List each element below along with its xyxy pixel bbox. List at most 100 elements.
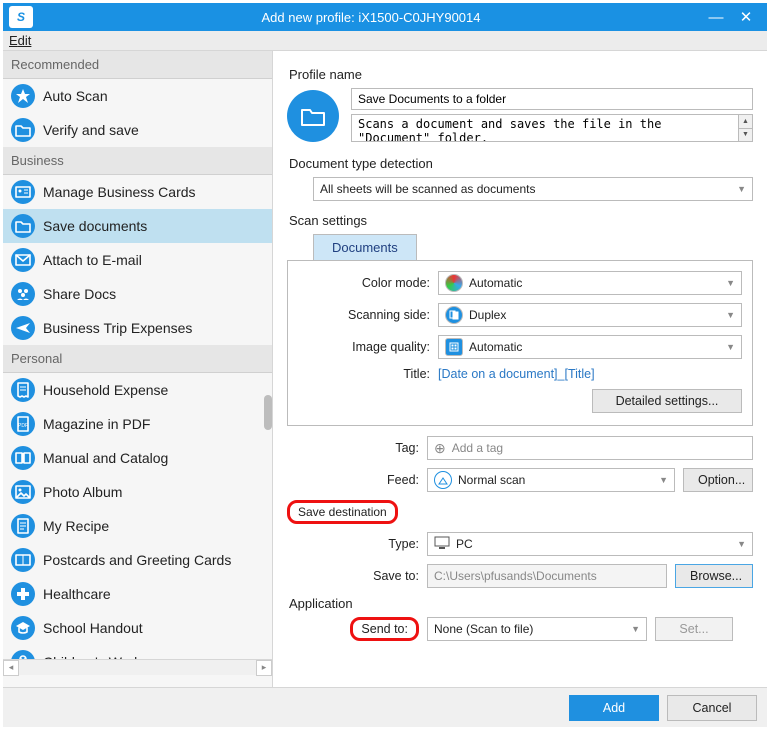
close-button[interactable]: ✕ [731, 8, 761, 26]
spinner-down[interactable]: ▼ [739, 129, 752, 142]
sidebar-item[interactable]: Verify and save [3, 113, 272, 147]
feed-label: Feed: [287, 473, 419, 487]
spinner-up[interactable]: ▲ [739, 115, 752, 129]
plane-icon [11, 316, 35, 340]
sidebar-item[interactable]: Save documents [3, 209, 272, 243]
feed-select[interactable]: Normal scan ▼ [427, 468, 675, 492]
cancel-button[interactable]: Cancel [667, 695, 757, 721]
chevron-down-icon: ▼ [726, 278, 735, 288]
menu-edit-key[interactable]: E [9, 33, 18, 48]
profile-form: Profile name Scans a document and saves … [273, 51, 767, 687]
app-logo-icon: S [9, 6, 33, 28]
sidebar-item[interactable]: Household Expense [3, 373, 272, 407]
sidebar-item-label: Auto Scan [43, 88, 108, 104]
sidebar-group-header: Personal [3, 345, 272, 373]
sidebar-item-label: Healthcare [43, 586, 111, 602]
scroll-left-arrow[interactable]: ◂ [3, 660, 19, 676]
profile-name-input[interactable] [351, 88, 753, 110]
chevron-down-icon: ▼ [726, 310, 735, 320]
save-to-path-value: C:\Users\pfusands\Documents [434, 569, 597, 583]
sidebar-item[interactable]: Children's Works [3, 645, 272, 659]
detailed-settings-button[interactable]: Detailed settings... [592, 389, 742, 413]
scanning-side-value: Duplex [469, 308, 506, 322]
sidebar-item[interactable]: Attach to E-mail [3, 243, 272, 277]
scrollbar-thumb[interactable] [264, 395, 272, 430]
doc-type-detection-value: All sheets will be scanned as documents [320, 182, 535, 196]
send-to-value: None (Scan to file) [434, 622, 533, 636]
application-label: Application [289, 596, 753, 611]
save-to-label: Save to: [287, 569, 419, 583]
profile-description-input[interactable]: Scans a document and saves the file in t… [351, 114, 739, 142]
sidebar-item-label: Business Trip Expenses [43, 320, 192, 336]
sidebar-item-label: Share Docs [43, 286, 116, 302]
sidebar-item-label: Manual and Catalog [43, 450, 168, 466]
sidebar-item[interactable]: My Recipe [3, 509, 272, 543]
sidebar-item[interactable]: Business Trip Expenses [3, 311, 272, 345]
description-spinner[interactable]: ▲▼ [739, 114, 753, 142]
sidebar-item-label: Attach to E-mail [43, 252, 142, 268]
quality-auto-icon [445, 338, 463, 356]
sidebar-item-label: Photo Album [43, 484, 122, 500]
sidebar-item-label: Household Expense [43, 382, 168, 398]
image-quality-value: Automatic [469, 340, 522, 354]
normal-scan-icon [434, 471, 452, 489]
image-quality-select[interactable]: Automatic ▼ [438, 335, 742, 359]
sidebar-item[interactable]: Manage Business Cards [3, 175, 272, 209]
scanning-side-label: Scanning side: [298, 308, 430, 322]
sidebar-group-header: Recommended [3, 51, 272, 79]
window-title: Add new profile: iX1500-C0JHY90014 [41, 10, 701, 25]
folder-icon [11, 118, 35, 142]
sidebar-item[interactable]: School Handout [3, 611, 272, 645]
title-label: Title: [298, 367, 430, 381]
profile-name-label: Profile name [289, 67, 753, 82]
image-quality-label: Image quality: [298, 340, 430, 354]
color-mode-select[interactable]: Automatic ▼ [438, 271, 742, 295]
tab-documents[interactable]: Documents [313, 234, 417, 260]
mail-icon [11, 248, 35, 272]
sidebar-item[interactable]: Healthcare [3, 577, 272, 611]
dialog-footer: Add Cancel [3, 687, 767, 727]
color-mode-value: Automatic [469, 276, 522, 290]
scanning-side-select[interactable]: Duplex ▼ [438, 303, 742, 327]
child-icon [11, 650, 35, 659]
sidebar-item[interactable]: Manual and Catalog [3, 441, 272, 475]
minimize-button[interactable]: — [701, 9, 731, 26]
sidebar-item[interactable]: Photo Album [3, 475, 272, 509]
send-to-select[interactable]: None (Scan to file) ▼ [427, 617, 647, 641]
sidebar-item[interactable]: Auto Scan [3, 79, 272, 113]
star-icon [11, 84, 35, 108]
menu-edit-rest[interactable]: dit [18, 33, 32, 48]
photo-icon [11, 480, 35, 504]
title-template-link[interactable]: [Date on a document]_[Title] [438, 367, 595, 381]
profile-template-sidebar: RecommendedAuto ScanVerify and saveBusin… [3, 51, 273, 687]
tag-input[interactable]: ⊕ Add a tag [427, 436, 753, 460]
save-to-path: C:\Users\pfusands\Documents [427, 564, 667, 588]
save-destination-label: Save destination [287, 500, 398, 524]
profile-folder-icon [287, 90, 339, 142]
doc-type-detection-select[interactable]: All sheets will be scanned as documents … [313, 177, 753, 201]
save-type-value: PC [456, 537, 473, 551]
school-icon [11, 616, 35, 640]
scan-settings-panel: Color mode: Automatic ▼ Scanning side: D… [287, 260, 753, 426]
book-icon [11, 446, 35, 470]
sidebar-item[interactable]: Share Docs [3, 277, 272, 311]
save-type-label: Type: [287, 537, 419, 551]
svg-text:PDF: PDF [18, 423, 28, 429]
folder-icon [11, 214, 35, 238]
receipt-icon [11, 378, 35, 402]
sidebar-horizontal-scrollbar[interactable]: ◂ ▸ [3, 659, 272, 675]
sidebar-item-label: My Recipe [43, 518, 109, 534]
sidebar-item-label: Manage Business Cards [43, 184, 196, 200]
feed-option-button[interactable]: Option... [683, 468, 753, 492]
tag-label: Tag: [287, 441, 419, 455]
save-type-select[interactable]: PC ▼ [427, 532, 753, 556]
browse-button[interactable]: Browse... [675, 564, 753, 588]
pc-icon [434, 536, 450, 553]
sidebar-item[interactable]: PDFMagazine in PDF [3, 407, 272, 441]
tag-placeholder: Add a tag [452, 441, 503, 455]
sidebar-vertical-scrollbar[interactable] [264, 395, 272, 671]
add-button[interactable]: Add [569, 695, 659, 721]
sidebar-group-header: Business [3, 147, 272, 175]
chevron-down-icon: ▼ [726, 342, 735, 352]
sidebar-item[interactable]: Postcards and Greeting Cards [3, 543, 272, 577]
